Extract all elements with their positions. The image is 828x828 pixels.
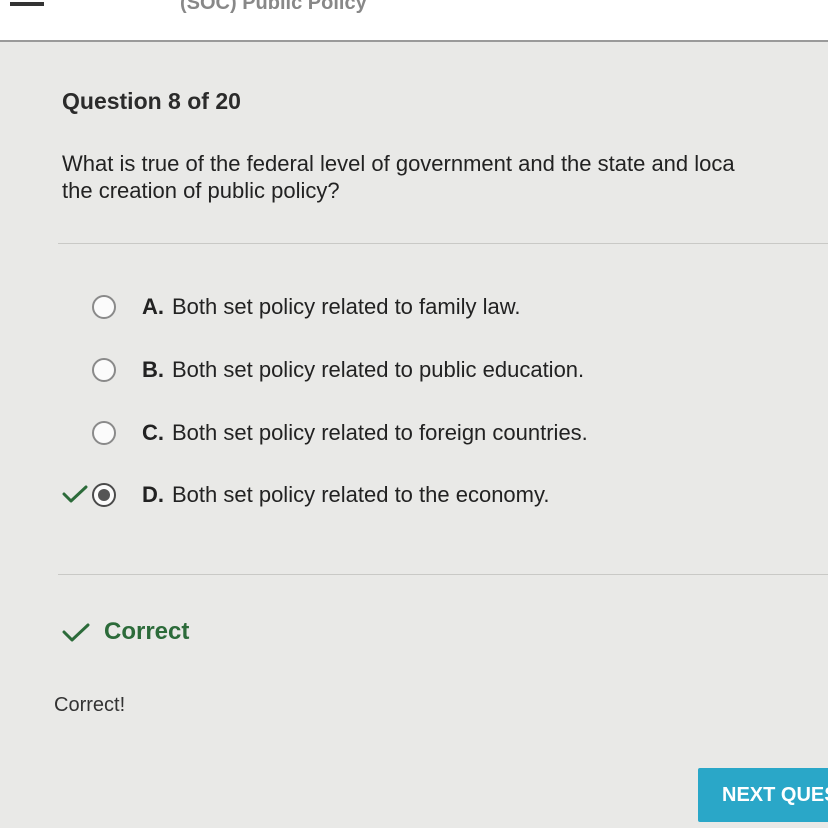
answer-option-a[interactable]: A. Both set policy related to family law… [92, 290, 521, 324]
result-label: Correct [104, 618, 190, 645]
radio-button-b[interactable] [92, 358, 116, 382]
feedback-text: Correct! [54, 694, 126, 716]
check-icon [62, 623, 90, 642]
question-text-line-1: What is true of the federal level of gov… [62, 151, 735, 176]
answer-option-c[interactable]: C. Both set policy related to foreign co… [92, 416, 588, 450]
option-letter-c: C. [142, 420, 164, 445]
divider-bottom [58, 574, 828, 575]
option-letter-b: B. [142, 357, 164, 382]
answer-option-d[interactable]: D. Both set policy related to the econom… [92, 478, 549, 512]
option-text-c: Both set policy related to foreign count… [172, 420, 588, 445]
radio-button-d-selected[interactable] [92, 483, 116, 507]
course-title: (SOC) Public Policy [180, 0, 367, 14]
menu-icon[interactable] [10, 2, 44, 8]
question-text-line-2: the creation of public policy? [62, 178, 340, 203]
option-text-d: Both set policy related to the economy. [172, 482, 550, 507]
option-text-b: Both set policy related to public educat… [172, 357, 585, 382]
question-counter: Question 8 of 20 [62, 88, 241, 114]
correct-answer-check-icon [62, 485, 88, 503]
radio-button-c[interactable] [92, 421, 116, 445]
answer-option-b[interactable]: B. Both set policy related to public edu… [92, 353, 584, 387]
next-question-button[interactable]: NEXT QUES [698, 768, 828, 822]
result-status: Correct [62, 618, 189, 646]
option-letter-d: D. [142, 482, 164, 507]
divider-top [58, 243, 828, 244]
top-bar: (SOC) Public Policy [0, 0, 828, 42]
radio-button-a[interactable] [92, 295, 116, 319]
question-text: What is true of the federal level of gov… [62, 150, 828, 204]
option-text-a: Both set policy related to family law. [172, 294, 521, 319]
option-letter-a: A. [142, 294, 164, 319]
